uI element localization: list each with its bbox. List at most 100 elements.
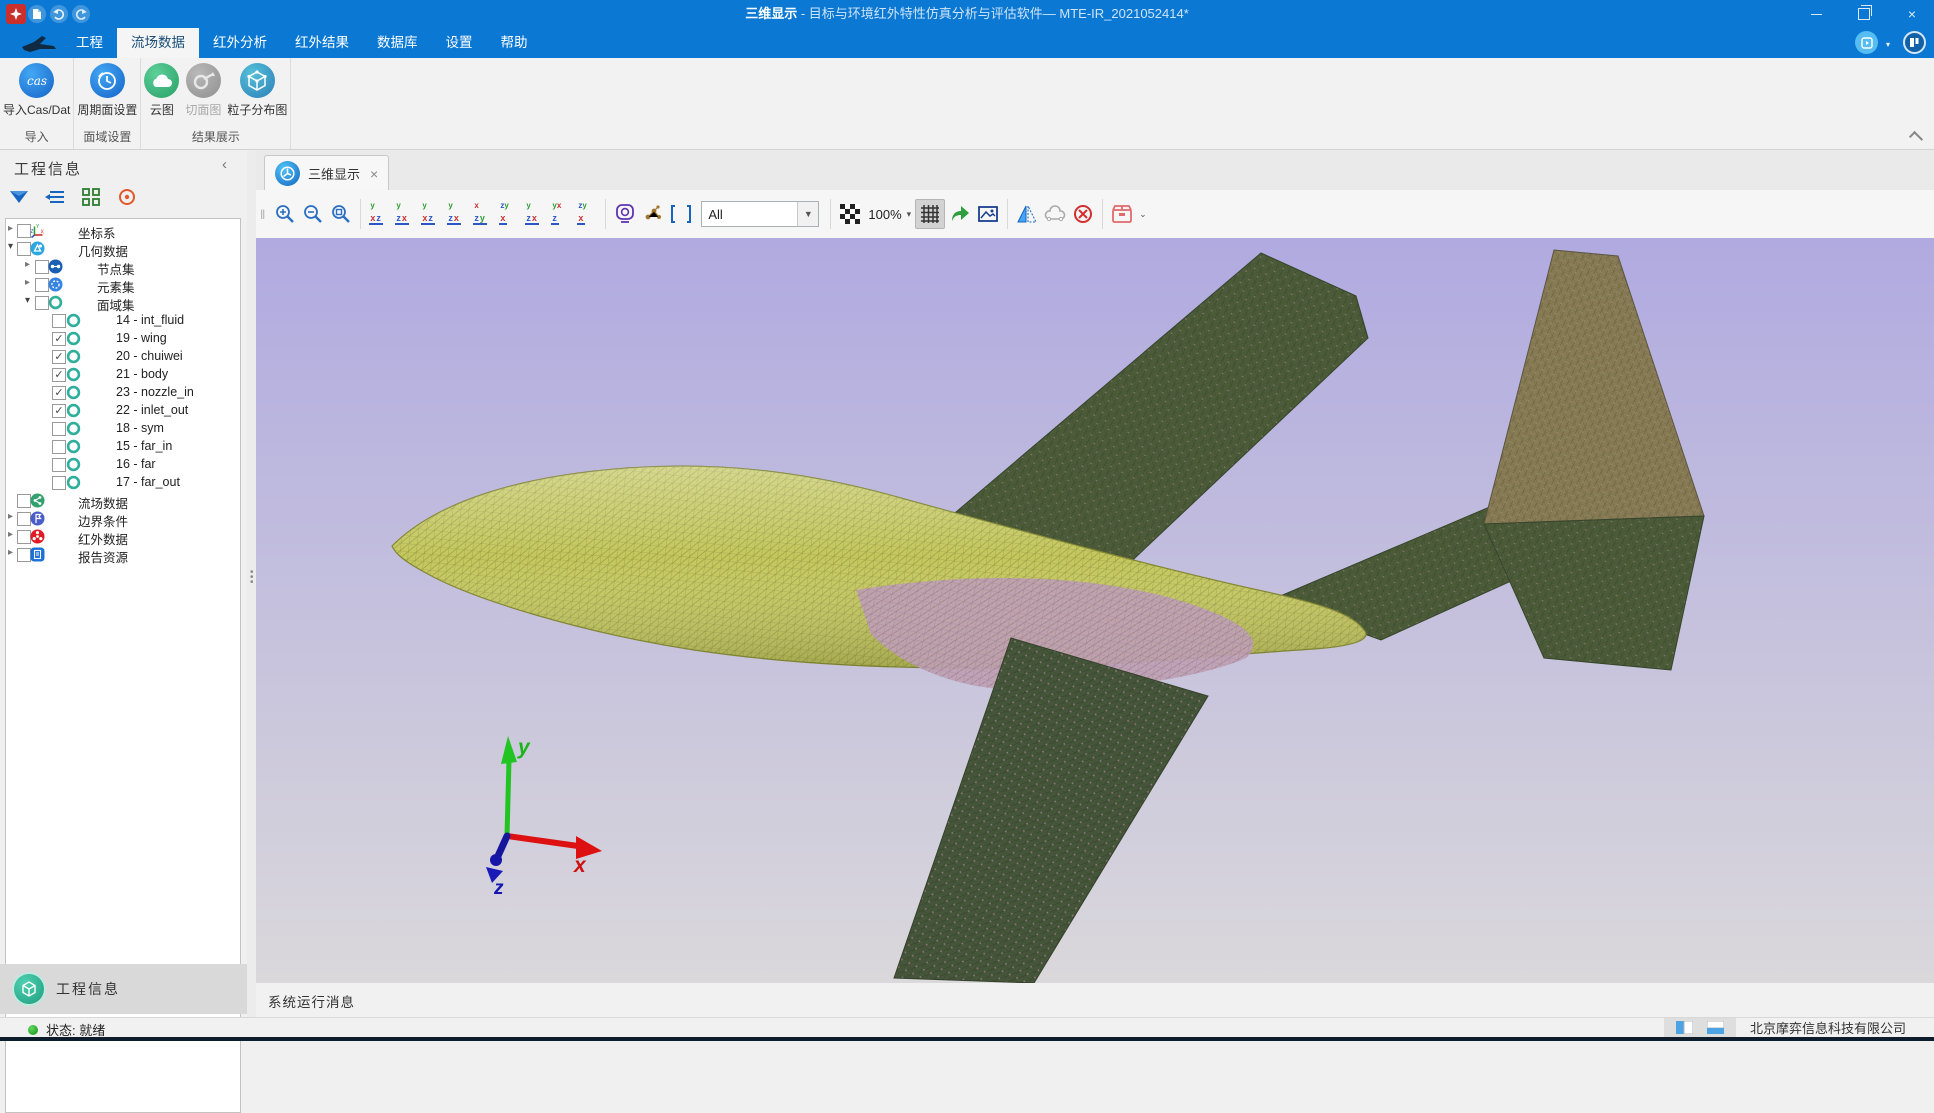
tab-3d-view[interactable]: 三维显示 × bbox=[264, 155, 389, 191]
zoom-in-button[interactable] bbox=[272, 199, 298, 229]
tree-row[interactable]: ✓23 - nozzle_in bbox=[6, 384, 240, 402]
combo-dropdown-icon[interactable]: ▼ bbox=[797, 202, 818, 226]
menu-item-6[interactable]: 帮助 bbox=[487, 28, 542, 58]
menu-item-4[interactable]: 数据库 bbox=[363, 28, 432, 58]
visibility-checkbox[interactable] bbox=[17, 548, 31, 562]
tree-row[interactable]: ▸YXZ坐标系 bbox=[6, 222, 240, 240]
visibility-checkbox[interactable] bbox=[17, 512, 31, 526]
restore-button[interactable] bbox=[1842, 0, 1886, 28]
visibility-checkbox[interactable]: ✓ bbox=[52, 350, 66, 364]
tree-row[interactable]: 流场数据 bbox=[6, 492, 240, 510]
visibility-checkbox[interactable]: ✓ bbox=[52, 386, 66, 400]
visibility-checkbox[interactable]: ✓ bbox=[52, 368, 66, 382]
visibility-checkbox[interactable] bbox=[52, 440, 66, 454]
panel-collapse-icon[interactable]: ‹ bbox=[222, 156, 227, 173]
view-orientation-button-6[interactable]: zyx bbox=[497, 201, 521, 227]
mirror-button[interactable] bbox=[1014, 199, 1040, 229]
collapse-expander-icon[interactable]: ▾ bbox=[25, 295, 30, 306]
layout-split-left-icon[interactable] bbox=[1676, 1021, 1693, 1034]
tree-row[interactable]: ✓19 - wing bbox=[6, 330, 240, 348]
lasso-cloud-button[interactable] bbox=[1042, 199, 1068, 229]
tree-row[interactable]: ▸报告资源 bbox=[6, 546, 240, 564]
cloud-button[interactable]: 云图 bbox=[141, 58, 182, 127]
visibility-checkbox[interactable] bbox=[17, 494, 31, 508]
minimize-button[interactable] bbox=[1794, 0, 1838, 28]
tree-row[interactable]: 15 - far_in bbox=[6, 438, 240, 456]
cas-button[interactable]: cas导入Cas/Dat bbox=[0, 58, 73, 127]
tree-row[interactable]: ✓21 - body bbox=[6, 366, 240, 384]
mesh-toggle-button[interactable] bbox=[915, 199, 945, 229]
export-caret-icon[interactable]: ⌄ bbox=[1139, 209, 1147, 220]
particle-button[interactable]: 粒子分布图 bbox=[224, 58, 290, 127]
display-mode-button[interactable] bbox=[1855, 31, 1878, 54]
visibility-checkbox[interactable] bbox=[17, 242, 31, 256]
theme-button[interactable] bbox=[1903, 31, 1926, 54]
view-orientation-button-4[interactable]: yzx bbox=[445, 201, 469, 227]
project-info-tab[interactable]: 工程信息 bbox=[0, 964, 247, 1014]
visibility-checkbox[interactable] bbox=[35, 278, 49, 292]
visibility-checkbox[interactable]: ✓ bbox=[52, 332, 66, 346]
zoom-level-label[interactable]: 100% bbox=[868, 207, 901, 222]
visibility-checkbox[interactable] bbox=[52, 314, 66, 328]
toolbar-drag-handle[interactable]: ‖ bbox=[260, 207, 265, 222]
display-filter-combo[interactable]: All ▼ bbox=[701, 201, 819, 227]
display-mode-caret-icon[interactable]: ▾ bbox=[1886, 40, 1890, 49]
expand-expander-icon[interactable]: ▸ bbox=[8, 529, 13, 540]
transparency-button[interactable] bbox=[837, 199, 863, 229]
perspective-camera-button[interactable] bbox=[612, 199, 638, 229]
tree-row[interactable]: 17 - far_out bbox=[6, 474, 240, 492]
list-view-icon[interactable] bbox=[44, 186, 66, 208]
visibility-checkbox[interactable] bbox=[35, 296, 49, 310]
filter-icon[interactable] bbox=[8, 186, 30, 208]
visibility-checkbox[interactable] bbox=[52, 458, 66, 472]
visibility-checkbox[interactable]: ✓ bbox=[52, 404, 66, 418]
visibility-checkbox[interactable] bbox=[17, 530, 31, 544]
menu-item-5[interactable]: 设置 bbox=[432, 28, 487, 58]
snapshot-button[interactable] bbox=[975, 199, 1001, 229]
particle-trace-button[interactable] bbox=[640, 199, 666, 229]
expand-expander-icon[interactable]: ▸ bbox=[8, 547, 13, 558]
view-orientation-button-2[interactable]: yzx bbox=[393, 201, 417, 227]
tree-row[interactable]: ▸红外数据 bbox=[6, 528, 240, 546]
zoom-level-caret-icon[interactable]: ▾ bbox=[907, 209, 912, 220]
visibility-checkbox[interactable] bbox=[17, 224, 31, 238]
box-select-button[interactable] bbox=[668, 199, 694, 229]
visibility-checkbox[interactable] bbox=[52, 422, 66, 436]
close-button[interactable]: × bbox=[1890, 0, 1934, 28]
tree-row[interactable]: ▸边界条件 bbox=[6, 510, 240, 528]
delete-result-button[interactable] bbox=[1070, 199, 1096, 229]
tree-row[interactable]: ✓22 - inlet_out bbox=[6, 402, 240, 420]
tree-row[interactable]: 18 - sym bbox=[6, 420, 240, 438]
view-orientation-button-8[interactable]: yxz bbox=[549, 201, 573, 227]
view-orientation-button-9[interactable]: zyx bbox=[575, 201, 599, 227]
apply-forward-button[interactable] bbox=[947, 199, 973, 229]
zoom-fit-button[interactable] bbox=[328, 199, 354, 229]
collapse-expander-icon[interactable]: ▾ bbox=[8, 241, 13, 252]
view-orientation-button-5[interactable]: xzy bbox=[471, 201, 495, 227]
clock-button[interactable]: 周期面设置 bbox=[74, 58, 140, 127]
tree-row[interactable]: 16 - far bbox=[6, 456, 240, 474]
grid-view-icon[interactable] bbox=[80, 186, 102, 208]
layout-split-bottom-icon[interactable] bbox=[1707, 1021, 1724, 1034]
view-orientation-button-7[interactable]: yzx bbox=[523, 201, 547, 227]
viewport-3d[interactable]: y x z bbox=[256, 238, 1934, 983]
view-orientation-button-1[interactable]: yxz bbox=[367, 201, 391, 227]
menu-item-1[interactable]: 流场数据 bbox=[117, 28, 199, 58]
tree-row[interactable]: ▾面域集 bbox=[6, 294, 240, 312]
tree-row[interactable]: ✓20 - chuiwei bbox=[6, 348, 240, 366]
visibility-checkbox[interactable] bbox=[52, 476, 66, 490]
expand-expander-icon[interactable]: ▸ bbox=[25, 277, 30, 288]
panel-splitter[interactable]: ••• bbox=[247, 150, 256, 1017]
expand-expander-icon[interactable]: ▸ bbox=[8, 223, 13, 234]
tree-row[interactable]: 14 - int_fluid bbox=[6, 312, 240, 330]
view-orientation-button-3[interactable]: yxz bbox=[419, 201, 443, 227]
zoom-out-button[interactable] bbox=[300, 199, 326, 229]
expand-expander-icon[interactable]: ▸ bbox=[8, 511, 13, 522]
menu-item-0[interactable]: 工程 bbox=[62, 28, 117, 58]
tree-row[interactable]: ▾几何数据 bbox=[6, 240, 240, 258]
menu-item-3[interactable]: 红外结果 bbox=[281, 28, 363, 58]
export-package-button[interactable] bbox=[1109, 199, 1135, 229]
expand-expander-icon[interactable]: ▸ bbox=[25, 259, 30, 270]
locate-target-icon[interactable] bbox=[116, 186, 138, 208]
menu-item-2[interactable]: 红外分析 bbox=[199, 28, 281, 58]
